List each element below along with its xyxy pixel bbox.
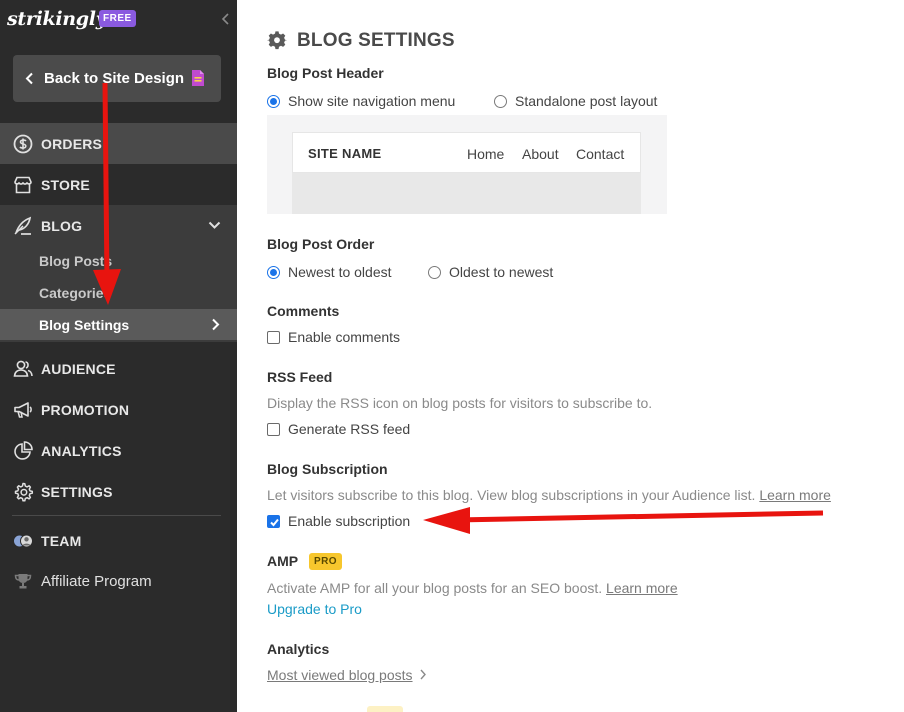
- sidebar: strikingly FREE Back to Site Design ORDE…: [0, 0, 237, 712]
- chevron-right-icon: [420, 669, 427, 680]
- radio-label: Standalone post layout: [515, 93, 658, 109]
- nav-analytics[interactable]: ANALYTICS: [0, 430, 237, 471]
- nav-orders[interactable]: ORDERS: [0, 123, 237, 164]
- chevron-left-icon: [25, 72, 33, 85]
- nav-team[interactable]: TEAM: [0, 520, 237, 561]
- collapse-chevron-icon[interactable]: [221, 12, 231, 26]
- preview-navbar: SITE NAME Home About Contact: [292, 132, 641, 173]
- radio-oldest-to-newest[interactable]: Oldest to newest: [428, 264, 553, 280]
- users-icon: [13, 360, 33, 377]
- checkmark-icon: [270, 518, 279, 526]
- sidebar-item-blog-settings[interactable]: Blog Settings: [0, 309, 237, 340]
- section-heading-analytics: Analytics: [267, 641, 330, 657]
- checkbox-unchecked[interactable]: [267, 422, 280, 436]
- amp-description-text: Activate AMP for all your blog posts for…: [267, 580, 603, 596]
- radio-button-unchecked[interactable]: [494, 94, 507, 108]
- back-to-site-design-button[interactable]: Back to Site Design: [13, 55, 221, 102]
- store-icon: [14, 176, 32, 194]
- nav-orders-label: ORDERS: [41, 136, 103, 152]
- site-file-icon: [192, 70, 204, 86]
- trophy-icon: [14, 574, 32, 589]
- section-heading-blog-subscription: Blog Subscription: [267, 461, 388, 477]
- main-content: BLOG SETTINGS Blog Post Header Show site…: [237, 0, 904, 712]
- nav-promotion[interactable]: PROMOTION: [0, 389, 237, 430]
- nav-team-label: TEAM: [41, 533, 82, 549]
- amp-learn-more-link[interactable]: Learn more: [606, 580, 678, 596]
- nav-promotion-label: PROMOTION: [41, 402, 130, 418]
- nav-analytics-label: ANALYTICS: [41, 443, 122, 459]
- upgrade-to-pro-link[interactable]: Upgrade to Pro: [267, 601, 362, 617]
- pie-chart-icon: [14, 441, 33, 460]
- nav-audience-label: AUDIENCE: [41, 361, 116, 377]
- nav-blog-label: BLOG: [41, 218, 83, 234]
- megaphone-icon: [14, 402, 32, 418]
- radio-button-unchecked[interactable]: [428, 265, 441, 279]
- nav-audience[interactable]: AUDIENCE: [0, 348, 237, 389]
- section-heading-post-order: Blog Post Order: [267, 236, 375, 252]
- subscription-learn-more-link[interactable]: Learn more: [759, 487, 831, 503]
- rss-description: Display the RSS icon on blog posts for v…: [267, 395, 653, 411]
- dollar-circle-icon: [13, 134, 33, 154]
- radio-label: Show site navigation menu: [288, 93, 456, 109]
- nav-affiliate-label: Affiliate Program: [41, 573, 152, 590]
- feather-pen-icon: [14, 216, 32, 235]
- radio-show-site-navigation[interactable]: Show site navigation menu: [267, 93, 455, 109]
- radio-newest-to-oldest[interactable]: Newest to oldest: [267, 264, 392, 280]
- sidebar-header: strikingly FREE: [0, 0, 237, 40]
- back-button-label: Back to Site Design: [44, 70, 185, 87]
- strikingly-logo[interactable]: strikingly: [7, 8, 107, 30]
- nav-store[interactable]: STORE: [0, 164, 237, 205]
- pro-badge: PRO: [309, 553, 342, 570]
- subscription-description-text: Let visitors subscribe to this blog. Vie…: [267, 487, 756, 503]
- checkbox-enable-comments[interactable]: Enable comments: [267, 329, 400, 345]
- section-heading-amp: AMP: [267, 553, 299, 569]
- radio-button-checked[interactable]: [267, 265, 280, 279]
- nav-store-label: STORE: [41, 177, 90, 193]
- preview-nav-about: About: [522, 146, 559, 162]
- preview-nav-contact: Contact: [576, 146, 625, 162]
- section-heading-rss-feed: RSS Feed: [267, 369, 333, 385]
- free-badge: FREE: [99, 10, 136, 27]
- sidebar-item-categories[interactable]: Categories: [39, 285, 111, 301]
- gear-icon: [14, 482, 34, 502]
- checkbox-enable-subscription[interactable]: Enable subscription: [267, 513, 410, 529]
- radio-label: Oldest to newest: [449, 264, 554, 280]
- checkbox-checked[interactable]: [267, 514, 280, 528]
- nav-settings-label: SETTINGS: [41, 484, 113, 500]
- most-viewed-posts-label: Most viewed blog posts: [267, 667, 413, 683]
- chevron-right-icon: [212, 318, 220, 331]
- gear-icon: [267, 31, 287, 50]
- sidebar-item-blog-posts[interactable]: Blog Posts: [39, 253, 112, 269]
- preview-body: [292, 173, 641, 214]
- most-viewed-posts-link[interactable]: Most viewed blog posts: [267, 667, 427, 683]
- section-heading-comments: Comments: [267, 303, 340, 319]
- blog-settings-label: Blog Settings: [39, 317, 130, 333]
- checkbox-label: Enable subscription: [288, 513, 411, 529]
- checkbox-unchecked[interactable]: [267, 330, 280, 344]
- radio-label: Newest to oldest: [288, 264, 392, 280]
- nav-affiliate-program[interactable]: Affiliate Program: [0, 560, 237, 601]
- section-heading-post-header: Blog Post Header: [267, 65, 384, 81]
- nav-settings[interactable]: SETTINGS: [0, 471, 237, 512]
- amp-description: Activate AMP for all your blog posts for…: [267, 580, 678, 596]
- team-avatars-icon: [13, 534, 33, 548]
- radio-button-checked[interactable]: [267, 94, 280, 108]
- nav-blog[interactable]: BLOG: [0, 205, 237, 246]
- checkbox-label: Generate RSS feed: [288, 421, 411, 437]
- subscription-description: Let visitors subscribe to this blog. Vie…: [267, 487, 831, 503]
- preview-site-name: SITE NAME: [308, 146, 382, 161]
- cut-off-badge: [367, 706, 403, 712]
- sidebar-divider: [12, 515, 221, 516]
- preview-nav-home: Home: [467, 146, 505, 162]
- checkbox-label: Enable comments: [288, 329, 401, 345]
- chevron-down-icon[interactable]: [208, 221, 221, 230]
- radio-standalone-post-layout[interactable]: Standalone post layout: [494, 93, 657, 109]
- checkbox-generate-rss-feed[interactable]: Generate RSS feed: [267, 421, 410, 437]
- page-title: BLOG SETTINGS: [297, 30, 455, 51]
- header-preview: SITE NAME Home About Contact: [267, 115, 667, 214]
